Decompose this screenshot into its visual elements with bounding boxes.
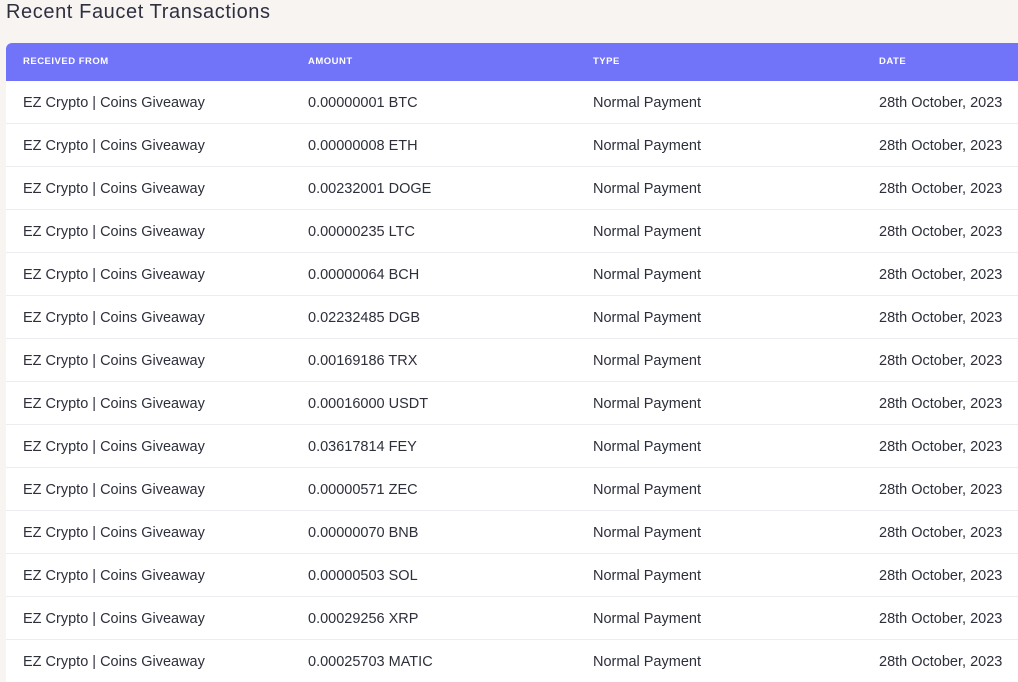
table-row: EZ Crypto | Coins Giveaway 0.02232485 DGB…	[6, 296, 1018, 339]
cell-received-from: EZ Crypto | Coins Giveaway	[23, 568, 205, 584]
cell-amount: 0.00232001 DOGE	[308, 181, 432, 197]
column-header-amount[interactable]: AMOUNT	[308, 43, 353, 81]
cell-date: 28th October, 2023	[879, 267, 1003, 283]
cell-amount: 0.00000070 BNB	[308, 525, 419, 541]
table-row: EZ Crypto | Coins Giveaway 0.00029256 XRP…	[6, 597, 1018, 640]
cell-type: Normal Payment	[593, 267, 701, 283]
cell-received-from: EZ Crypto | Coins Giveaway	[23, 95, 205, 111]
cell-received-from: EZ Crypto | Coins Giveaway	[23, 310, 205, 326]
cell-amount: 0.00025703 MATIC	[308, 654, 433, 670]
cell-amount: 0.00000503 SOL	[308, 568, 418, 584]
cell-type: Normal Payment	[593, 138, 701, 154]
cell-received-from: EZ Crypto | Coins Giveaway	[23, 224, 205, 240]
table-row: EZ Crypto | Coins Giveaway 0.00000008 ETH…	[6, 124, 1018, 167]
cell-date: 28th October, 2023	[879, 310, 1003, 326]
table-row: EZ Crypto | Coins Giveaway 0.00000070 BNB…	[6, 511, 1018, 554]
cell-amount: 0.00000235 LTC	[308, 224, 415, 240]
cell-amount: 0.00016000 USDT	[308, 396, 429, 412]
cell-type: Normal Payment	[593, 396, 701, 412]
cell-type: Normal Payment	[593, 654, 701, 670]
table-row: EZ Crypto | Coins Giveaway 0.00000001 BTC…	[6, 81, 1018, 124]
cell-received-from: EZ Crypto | Coins Giveaway	[23, 654, 205, 670]
cell-date: 28th October, 2023	[879, 439, 1003, 455]
cell-received-from: EZ Crypto | Coins Giveaway	[23, 439, 205, 455]
column-header-type[interactable]: TYPE	[593, 43, 620, 81]
column-header-received-from[interactable]: RECEIVED FROM	[23, 43, 109, 81]
cell-date: 28th October, 2023	[879, 525, 1003, 541]
table-row: EZ Crypto | Coins Giveaway 0.00000571 ZEC…	[6, 468, 1018, 511]
cell-amount: 0.03617814 FEY	[308, 439, 417, 455]
cell-received-from: EZ Crypto | Coins Giveaway	[23, 181, 205, 197]
table-row: EZ Crypto | Coins Giveaway 0.00169186 TRX…	[6, 339, 1018, 382]
cell-date: 28th October, 2023	[879, 396, 1003, 412]
cell-type: Normal Payment	[593, 224, 701, 240]
cell-amount: 0.02232485 DGB	[308, 310, 421, 326]
transactions-table: RECEIVED FROM AMOUNT TYPE DATE EZ Crypto…	[6, 43, 1018, 682]
table-row: EZ Crypto | Coins Giveaway 0.00000235 LTC…	[6, 210, 1018, 253]
table-row: EZ Crypto | Coins Giveaway 0.00232001 DOG…	[6, 167, 1018, 210]
table-body: EZ Crypto | Coins Giveaway 0.00000001 BTC…	[6, 81, 1018, 682]
cell-amount: 0.00029256 XRP	[308, 611, 419, 627]
cell-date: 28th October, 2023	[879, 654, 1003, 670]
cell-date: 28th October, 2023	[879, 95, 1003, 111]
cell-date: 28th October, 2023	[879, 224, 1003, 240]
table-row: EZ Crypto | Coins Giveaway 0.03617814 FEY…	[6, 425, 1018, 468]
cell-received-from: EZ Crypto | Coins Giveaway	[23, 353, 205, 369]
cell-date: 28th October, 2023	[879, 181, 1003, 197]
cell-received-from: EZ Crypto | Coins Giveaway	[23, 267, 205, 283]
cell-type: Normal Payment	[593, 181, 701, 197]
cell-date: 28th October, 2023	[879, 611, 1003, 627]
cell-date: 28th October, 2023	[879, 482, 1003, 498]
cell-type: Normal Payment	[593, 439, 701, 455]
cell-received-from: EZ Crypto | Coins Giveaway	[23, 611, 205, 627]
cell-type: Normal Payment	[593, 353, 701, 369]
page-title: Recent Faucet Transactions	[6, 1, 271, 23]
cell-type: Normal Payment	[593, 611, 701, 627]
cell-amount: 0.00000001 BTC	[308, 95, 418, 111]
cell-date: 28th October, 2023	[879, 568, 1003, 584]
table-row: EZ Crypto | Coins Giveaway 0.00000064 BCH…	[6, 253, 1018, 296]
cell-amount: 0.00169186 TRX	[308, 353, 418, 369]
table-header: RECEIVED FROM AMOUNT TYPE DATE	[6, 43, 1018, 81]
cell-type: Normal Payment	[593, 568, 701, 584]
cell-type: Normal Payment	[593, 525, 701, 541]
cell-amount: 0.00000008 ETH	[308, 138, 418, 154]
cell-amount: 0.00000571 ZEC	[308, 482, 418, 498]
cell-date: 28th October, 2023	[879, 353, 1003, 369]
cell-received-from: EZ Crypto | Coins Giveaway	[23, 482, 205, 498]
table-row: EZ Crypto | Coins Giveaway 0.00000503 SOL…	[6, 554, 1018, 597]
cell-received-from: EZ Crypto | Coins Giveaway	[23, 396, 205, 412]
cell-type: Normal Payment	[593, 310, 701, 326]
cell-received-from: EZ Crypto | Coins Giveaway	[23, 525, 205, 541]
cell-received-from: EZ Crypto | Coins Giveaway	[23, 138, 205, 154]
cell-date: 28th October, 2023	[879, 138, 1003, 154]
table-row: EZ Crypto | Coins Giveaway 0.00025703 MAT…	[6, 640, 1018, 682]
cell-type: Normal Payment	[593, 95, 701, 111]
table-row: EZ Crypto | Coins Giveaway 0.00016000 USD…	[6, 382, 1018, 425]
column-header-date[interactable]: DATE	[879, 43, 906, 81]
cell-type: Normal Payment	[593, 482, 701, 498]
cell-amount: 0.00000064 BCH	[308, 267, 420, 283]
